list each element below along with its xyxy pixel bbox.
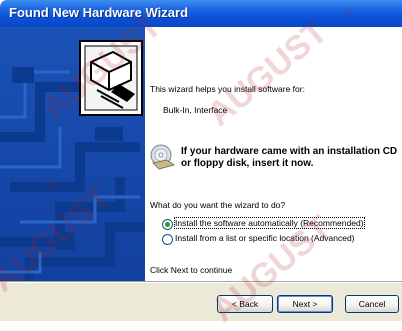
cd-prompt-line1: If your hardware came with an installati… — [181, 146, 398, 157]
cancel-button[interactable]: Cancel — [345, 295, 399, 313]
cd-prompt-line2: or floppy disk, insert it now. — [181, 158, 314, 169]
hardware-wizard-icon — [79, 40, 143, 116]
option-install-automatically-label[interactable]: Install the software automatically (Reco… — [174, 217, 365, 229]
wizard-sidebar-graphic — [0, 27, 145, 281]
back-button[interactable]: < Back — [217, 295, 273, 313]
continue-instruction: Click Next to continue — [150, 265, 233, 275]
window-title: Found New Hardware Wizard — [9, 5, 189, 20]
question-text: What do you want the wizard to do? — [150, 200, 286, 210]
intro-text: This wizard helps you install software f… — [150, 84, 305, 94]
radio-install-from-list[interactable] — [162, 234, 173, 245]
radio-install-automatically[interactable] — [162, 219, 173, 230]
device-name: Bulk-In, Interface — [163, 105, 228, 115]
wizard-footer — [0, 283, 402, 321]
option-install-from-list-label[interactable]: Install from a list or specific location… — [175, 233, 355, 243]
title-bar[interactable]: Found New Hardware Wizard — [0, 0, 402, 27]
next-button[interactable]: Next > — [277, 295, 333, 313]
cd-installation-icon — [150, 144, 175, 170]
